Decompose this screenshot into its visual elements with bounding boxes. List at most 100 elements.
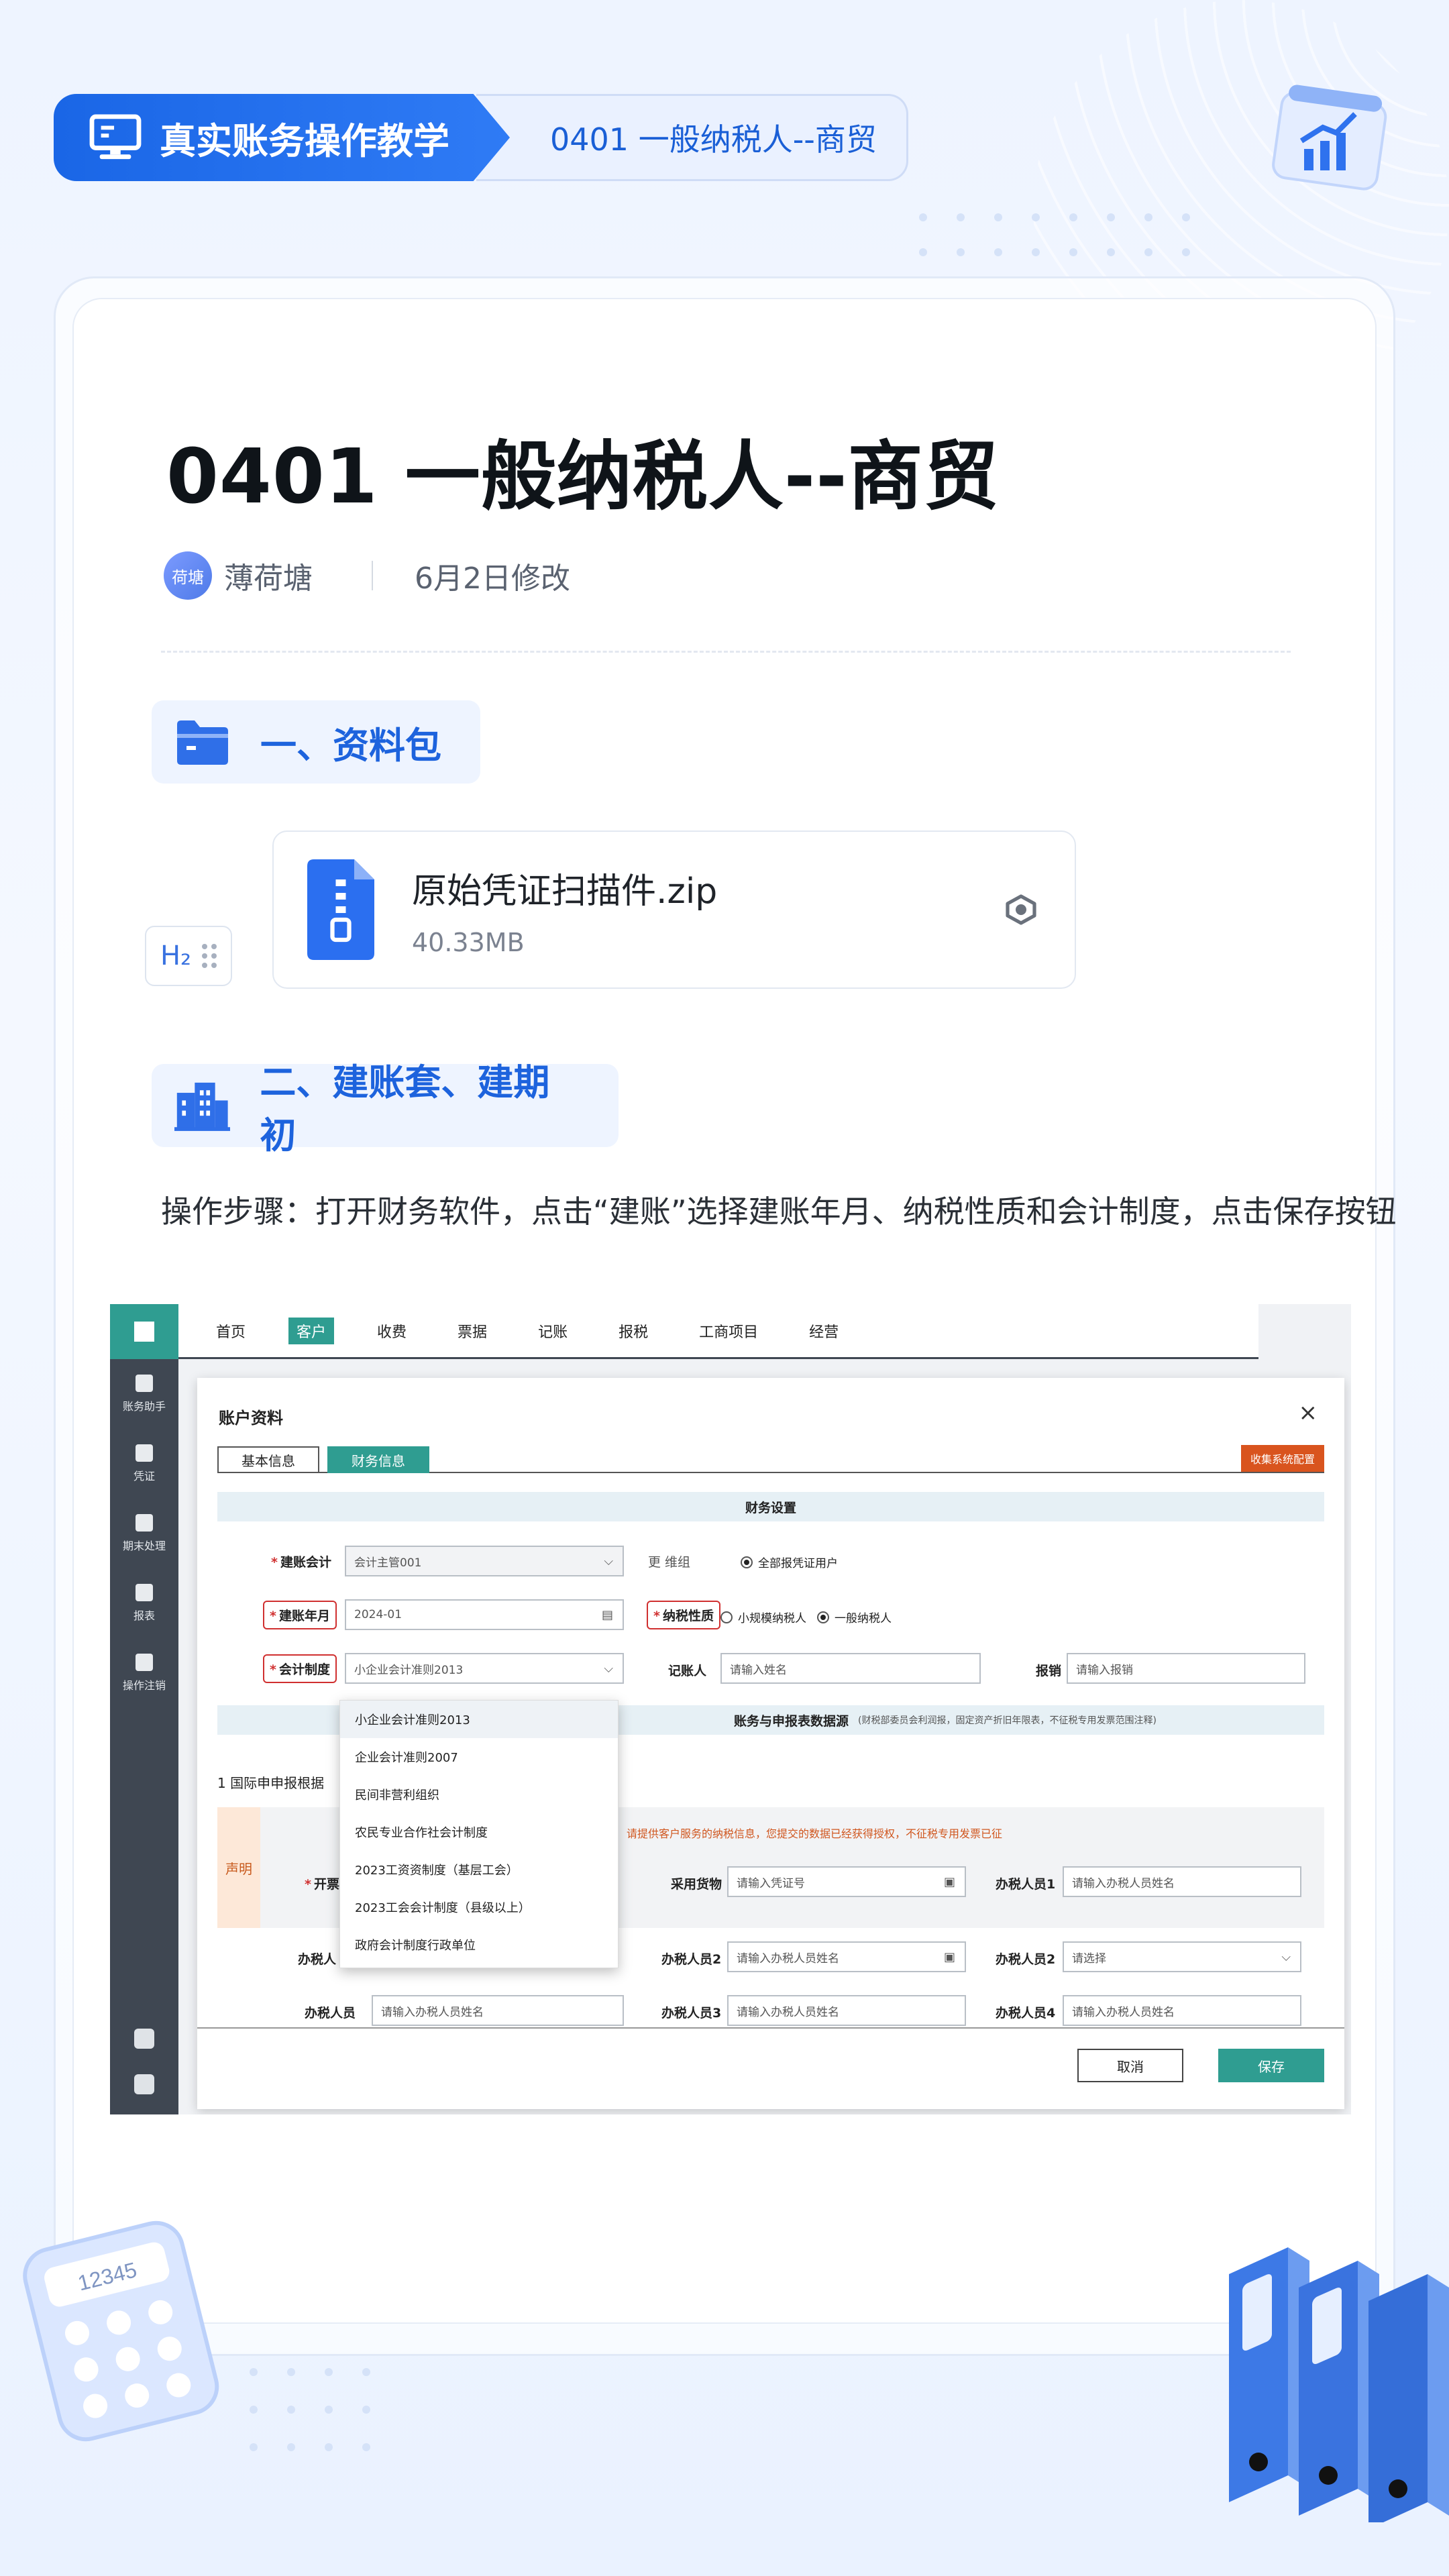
tax-person2b-label: 办税人员2 xyxy=(996,1952,1056,1967)
calendar-icon: ▤ xyxy=(601,1607,613,1622)
dropdown-option[interactable]: 企业会计准则2007 xyxy=(340,1738,618,1776)
nav-item-client[interactable]: 客户 xyxy=(288,1317,335,1344)
tax-person2-input[interactable]: 请输入办税人员姓名 ▣ xyxy=(727,1941,966,1972)
app-logo xyxy=(110,1304,178,1359)
sidebar-settings-icon[interactable] xyxy=(110,2074,178,2094)
section-heading-setup: 二、建账套、建期初 xyxy=(152,1061,619,1157)
nav-item-business[interactable]: 工商项目 xyxy=(691,1318,766,1344)
system-select[interactable]: 小企业会计准则2013 ⌵ xyxy=(345,1653,624,1684)
decorative-dots xyxy=(250,2368,370,2451)
sidebar-item[interactable]: 账务助手 xyxy=(110,1359,178,1429)
modified-date: 6月2日修改 xyxy=(415,561,570,596)
tax-person-label: 办税人员 xyxy=(305,2006,356,2021)
nav-item-bookkeeping[interactable]: 记账 xyxy=(530,1318,576,1344)
dialog-tabs: 基本信息 财务信息 xyxy=(217,1446,1324,1473)
sidebar-item[interactable]: 报表 xyxy=(110,1568,178,1638)
tax-person-left-label: 办税人 xyxy=(298,1952,337,1967)
folder-icon xyxy=(177,720,228,765)
section-heading-materials: 一、资料包 xyxy=(152,700,480,784)
cancel-button[interactable]: 取消 xyxy=(1077,2049,1183,2082)
dialog-footer-divider xyxy=(197,2027,1344,2029)
tax-general-radio[interactable]: 一般纳税人 xyxy=(817,1609,892,1625)
tax-person4-input[interactable]: 请输入办税人员姓名 xyxy=(1063,1995,1301,2026)
h2-icon: H₂ xyxy=(160,941,192,971)
chevron-down-icon: ⌵ xyxy=(604,1554,613,1568)
building-icon xyxy=(174,1082,231,1131)
block-drag-handle[interactable]: H₂ xyxy=(145,926,232,986)
operation-steps: 操作步骤：打开财务软件，点击“建账”选择建账年月、纳税性质和会计制度，点击保存按… xyxy=(161,1193,1397,1230)
dropdown-option[interactable]: 政府会计制度行政单位 xyxy=(340,1926,618,1964)
monitor-icon xyxy=(89,114,142,160)
tax-person1-input[interactable]: 请输入办税人员姓名 xyxy=(1063,1866,1301,1897)
sidebar-item[interactable]: 期末处理 xyxy=(110,1499,178,1568)
section-title: 二、建账套、建期初 xyxy=(260,1061,550,1157)
account-label: * 建账会计 xyxy=(271,1555,331,1570)
bookkeeper-label: 记账人 xyxy=(668,1664,707,1678)
reporter-label: 报销 xyxy=(1036,1664,1062,1678)
account-dialog: 账户资料 × 基本信息 财务信息 收集系统配置 财务设置 * 建账会计 会计主管0… xyxy=(197,1378,1344,2109)
dropdown-option[interactable]: 民间非营利组织 xyxy=(340,1776,618,1813)
all-tax-radio[interactable]: 全部报凭证用户 xyxy=(741,1554,838,1570)
account-select[interactable]: 会计主管001 ⌵ xyxy=(345,1546,624,1576)
header-tag-subtitle: 0401 一般纳税人--商贸 xyxy=(476,94,908,181)
nav-item-invoice[interactable]: 票据 xyxy=(449,1318,495,1344)
year-label: * 建账年月 xyxy=(263,1601,337,1629)
calculator-icon: 12345 xyxy=(23,2220,219,2442)
tax-person3-input[interactable]: 请输入办税人员姓名 xyxy=(727,1995,966,2026)
report-icon xyxy=(136,1584,153,1601)
software-screenshot: 账务助手 凭证 期末处理 报表 操作注销 首页 客户 收费 票据 记账 报税 工… xyxy=(110,1304,1351,2114)
dropdown-option[interactable]: 农民专业合作社会计制度 xyxy=(340,1813,618,1851)
nav-item-tax[interactable]: 报税 xyxy=(610,1318,656,1344)
sidebar-item[interactable]: 凭证 xyxy=(110,1429,178,1499)
header-tag: 真实账务操作教学 0401 一般纳税人--商贸 xyxy=(54,94,908,181)
grip-icon xyxy=(202,944,217,968)
article-meta: 荷塘 薄荷塘 6月2日修改 xyxy=(164,551,570,600)
avatar[interactable]: 荷塘 xyxy=(164,551,212,600)
sidebar-download-icon[interactable] xyxy=(110,2029,178,2049)
accounting-system-dropdown: 小企业会计准则2013 企业会计准则2007 民间非营利组织 农民专业合作社会计… xyxy=(339,1700,619,1968)
year-input[interactable]: 2024-01 ▤ xyxy=(345,1599,624,1630)
tag-icon xyxy=(136,1654,153,1671)
declaration-side-label: 声明 xyxy=(217,1807,260,1928)
collect-config-button[interactable]: 收集系统配置 xyxy=(1240,1445,1324,1472)
chart-badge-icon xyxy=(1272,85,1387,191)
dropdown-option[interactable]: 2023工会会计制度（县级以上） xyxy=(340,1888,618,1926)
save-button[interactable]: 保存 xyxy=(1218,2049,1324,2082)
update-label: 更 维组 xyxy=(648,1555,691,1570)
zip-file-icon xyxy=(307,859,374,960)
file-attachment[interactable]: 原始凭证扫描件.zip 40.33MB xyxy=(272,830,1076,989)
tax-small-radio[interactable]: 小规模纳税人 xyxy=(720,1609,806,1625)
tax-nature-label: * 纳税性质 xyxy=(647,1601,720,1629)
dropdown-option[interactable]: 小企业会计准则2013 xyxy=(340,1701,618,1738)
software-sidebar: 账务助手 凭证 期末处理 报表 操作注销 xyxy=(110,1304,178,2114)
file-size: 40.33MB xyxy=(412,927,525,957)
file-name: 原始凭证扫描件.zip xyxy=(412,871,718,912)
author-name[interactable]: 薄荷塘 xyxy=(224,554,313,597)
meta-separator xyxy=(372,561,373,590)
tax-person2b-select[interactable]: 请选择 ⌵ xyxy=(1063,1941,1301,1972)
reporter-input[interactable]: 请输入报销 xyxy=(1067,1653,1305,1684)
assistant-icon xyxy=(136,1375,153,1392)
nav-item-home[interactable]: 首页 xyxy=(208,1318,254,1344)
decorative-dots xyxy=(919,213,1190,256)
tax-person-left-input[interactable]: 请输入办税人员姓名 xyxy=(372,1995,624,2026)
tax-person2-label: 办税人员2 xyxy=(661,1952,722,1967)
adopt-input[interactable]: 请输入凭证号 ▣ xyxy=(727,1866,966,1897)
id-card-icon: ▣ xyxy=(943,1949,955,1964)
header-tag-title: 真实账务操作教学 xyxy=(160,119,449,162)
bookkeeper-input[interactable]: 请输入姓名 xyxy=(720,1653,981,1684)
nav-item-operation[interactable]: 经营 xyxy=(801,1318,847,1344)
id-card-icon: ▣ xyxy=(943,1874,955,1889)
section-title: 一、资料包 xyxy=(260,724,441,767)
nav-item-fee[interactable]: 收费 xyxy=(369,1318,415,1344)
tab-basic-info[interactable]: 基本信息 xyxy=(217,1446,319,1473)
adopt-label: 采用货物 xyxy=(671,1877,722,1892)
dropdown-option[interactable]: 2023工资资制度（基层工会） xyxy=(340,1851,618,1888)
tab-finance-info[interactable]: 财务信息 xyxy=(327,1446,429,1473)
preview-eye-icon[interactable] xyxy=(1001,890,1041,930)
close-icon[interactable]: × xyxy=(1299,1399,1318,1426)
sidebar-item[interactable]: 操作注销 xyxy=(110,1638,178,1708)
system-label: * 会计制度 xyxy=(263,1654,337,1683)
binders-icon xyxy=(1229,2247,1449,2522)
declaration-notice: 请提供客户服务的纳税信息，您提交的数据已经获得授权，不征税专用发票已征 xyxy=(627,1827,1003,1840)
